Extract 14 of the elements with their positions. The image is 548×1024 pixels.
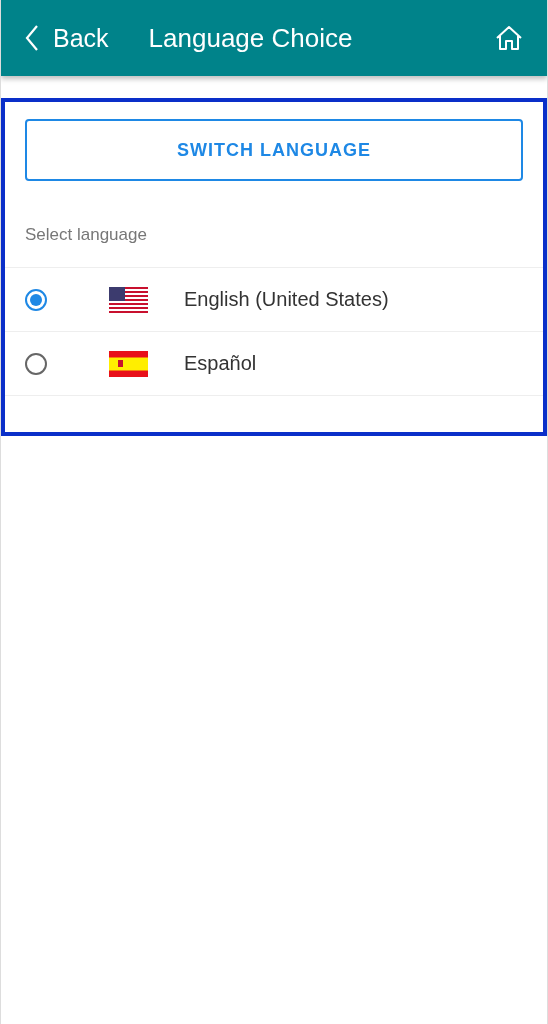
- language-name: English (United States): [184, 288, 389, 311]
- switch-language-button[interactable]: SWITCH LANGUAGE: [25, 119, 523, 181]
- language-option[interactable]: English (United States): [5, 268, 543, 332]
- flag-icon: [109, 286, 148, 313]
- radio-button[interactable]: [25, 352, 47, 375]
- radio-button[interactable]: [25, 288, 47, 311]
- language-option[interactable]: Español: [5, 332, 543, 396]
- back-chevron-icon: [25, 24, 39, 52]
- back-button[interactable]: Back: [25, 23, 109, 53]
- home-icon[interactable]: [495, 25, 523, 51]
- flag-icon: [109, 350, 148, 377]
- section-label: Select language: [24, 224, 148, 246]
- screen-title: Language Choice: [148, 22, 354, 54]
- language-name: Español: [184, 352, 257, 375]
